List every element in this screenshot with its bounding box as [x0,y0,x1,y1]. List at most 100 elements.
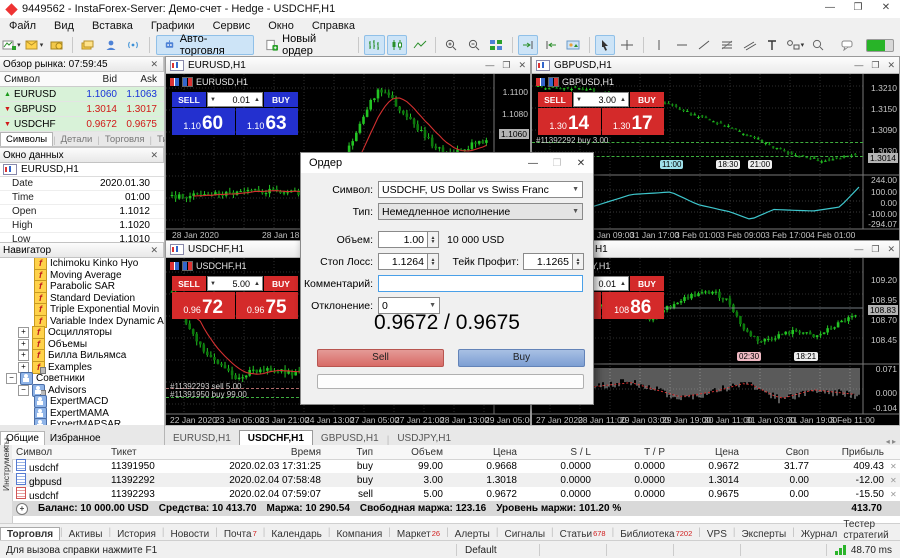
navigator-item[interactable]: +fБилла Вильямса [0,350,164,362]
buy-button[interactable]: Buy [458,349,585,367]
menu-item-3[interactable]: Вставка [83,20,142,32]
navigator-tab-favorites[interactable]: Избранное [45,432,106,445]
column-header-10[interactable]: Своп [743,447,813,458]
one-click-sell-button[interactable]: SELL [172,276,206,291]
navigator-item[interactable]: fIchimoku Kinko Hyo [0,258,164,270]
market-watch-row[interactable]: ▲EURUSD1.10601.1063 [0,87,164,102]
navigator-item[interactable]: fTriple Exponential Movin [0,304,164,316]
chart-minimize-button[interactable]: — [854,60,863,71]
chart-close-button[interactable]: ✕ [887,244,895,255]
stepper-up-icon[interactable]: ▲ [252,97,262,103]
auto-scroll-button[interactable] [518,35,539,55]
line-chart-button[interactable] [409,35,430,55]
chart-shift-button[interactable] [540,35,561,55]
stepper-down-icon[interactable]: ▼ [208,97,218,103]
zoom-out-button[interactable] [463,35,484,55]
close-position-icon[interactable]: ✕ [888,462,897,471]
toolbox-vertical-tab[interactable]: Инструменты [1,438,11,491]
column-header-6[interactable]: Цена [447,447,521,458]
toolbox-tab-1[interactable]: Торговля [0,527,60,541]
close-button[interactable]: ✕ [872,0,900,18]
menu-item-2[interactable]: Вид [45,20,83,32]
market-watch-close-icon[interactable]: ✕ [148,59,160,70]
navigator-item[interactable]: −Советники [0,373,164,385]
stepper-up-icon[interactable]: ▲ [618,97,628,103]
navigator-item[interactable]: fVariable Index Dynamic A [0,316,164,328]
signals-button[interactable] [123,35,144,55]
trend-line-tool[interactable] [694,35,715,55]
column-header-5[interactable]: Объем [377,447,447,458]
volume-spinner[interactable]: ▲▼ [428,231,439,248]
market-watch-tab-символы[interactable]: Символы [0,132,53,146]
status-profile[interactable]: Default [456,544,539,556]
navigator-item[interactable]: fParabolic SAR [0,281,164,293]
chart-tab-eurusdh1[interactable]: EURUSD,H1 [165,431,239,446]
takeprofit-spinner[interactable]: ▲▼ [573,253,584,270]
stoploss-spinner[interactable]: ▲▼ [428,253,439,270]
close-position-icon[interactable]: ✕ [888,490,897,499]
navigator-item[interactable]: fStandard Deviation [0,293,164,305]
market-watch-row[interactable]: ▼GBPUSD1.30141.3017 [0,102,164,117]
expand-plus-icon[interactable]: + [18,327,29,338]
chart-tab-usdchfh1[interactable]: USDCHF,H1 [239,430,313,446]
column-header-11[interactable]: Прибыль [813,447,888,458]
one-click-sell-button[interactable]: SELL [172,92,206,107]
new-chart-button[interactable]: ▾ [1,35,22,55]
crosshair-tool-button[interactable] [617,35,638,55]
column-header-4[interactable]: Тип [325,447,377,458]
dialog-minimize-button[interactable]: — [521,158,545,169]
community-button[interactable] [101,35,122,55]
chart-minimize-button[interactable]: — [854,244,863,255]
bars-chart-button[interactable] [364,35,385,55]
channel-tool[interactable] [739,35,760,55]
stoploss-input[interactable]: 1.1264 [378,253,428,270]
stepper-down-icon[interactable]: ▼ [574,97,584,103]
column-header-7[interactable]: S / L [521,447,595,458]
zoom-in-button[interactable] [441,35,462,55]
column-header-3[interactable]: Время [195,447,325,458]
trade-row[interactable]: gbpusd113922922020.02.04 07:58:48buy3.00… [12,473,900,487]
horizontal-line-tool[interactable] [671,35,692,55]
connection-status[interactable]: 48.70 ms [826,544,900,556]
symbol-select[interactable]: USDCHF, US Dollar vs Swiss Franc▼ [378,181,583,198]
column-ask[interactable]: Ask [117,74,160,85]
volume-stepper[interactable]: ▼5.00▲ [207,276,263,291]
navigator-item[interactable]: +fОсцилляторы [0,327,164,339]
ask-price-display[interactable]: 1.1063 [236,108,299,135]
expand-plus-icon[interactable]: + [18,339,29,350]
chart-maximize-button[interactable]: ❐ [871,244,879,255]
expand-plus-icon[interactable]: + [18,362,29,373]
menu-item-1[interactable]: Файл [0,20,45,32]
navigator-item[interactable]: +fОбъемы [0,339,164,351]
ask-price-display[interactable]: 10886 [602,292,665,319]
menu-item-4[interactable]: Графики [142,20,204,32]
market-watch-tab-детали[interactable]: Детали [56,133,98,146]
column-header-9[interactable]: Цена [669,447,743,458]
one-click-sell-button[interactable]: SELL [538,92,572,107]
minimize-button[interactable]: — [816,0,844,18]
one-click-buy-button[interactable]: BUY [630,92,664,107]
trade-row[interactable]: usdchf113922932020.02.04 07:59:07sell5.0… [12,487,900,501]
expand-plus-icon[interactable]: + [18,350,29,361]
stepper-down-icon[interactable]: ▼ [208,281,218,287]
menu-item-5[interactable]: Сервис [204,20,260,32]
ask-price-display[interactable]: 0.9675 [236,292,299,319]
expand-balance-icon[interactable]: + [16,503,28,515]
cursor-tool-button[interactable] [595,35,616,55]
volume-stepper[interactable]: ▼3.00▲ [573,92,629,107]
data-window-close-icon[interactable]: ✕ [148,150,160,161]
collapse-minus-icon[interactable]: − [6,373,17,384]
sell-button[interactable]: Sell [317,349,444,367]
chart-tab-usdjpyh1[interactable]: USDJPY,H1 [389,431,459,446]
navigator-close-icon[interactable]: ✕ [148,245,160,256]
comment-input[interactable] [378,275,583,292]
volume-stepper[interactable]: ▼0.01▲ [207,92,263,107]
strategy-tester-link[interactable]: Тестер стратегий [843,519,900,541]
chart-close-button[interactable]: ✕ [887,60,895,71]
close-position-icon[interactable]: ✕ [888,476,897,485]
navigator-item[interactable]: −Advisors [0,385,164,397]
chart-maximize-button[interactable]: ❐ [871,60,879,71]
fibonacci-tool[interactable] [717,35,738,55]
chart-close-button[interactable]: ✕ [518,60,526,71]
candles-chart-button[interactable] [387,35,408,55]
